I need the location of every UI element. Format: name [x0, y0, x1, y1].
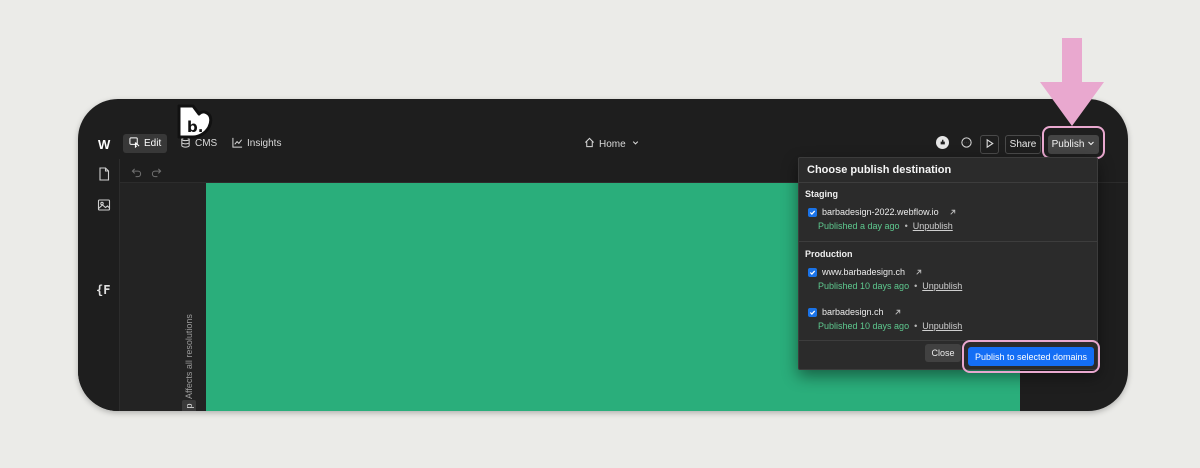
ai-assistant-button[interactable] — [933, 135, 951, 153]
status-row: Published 10 days ago • Unpublish — [818, 281, 962, 291]
share-button[interactable]: Share — [1005, 135, 1041, 154]
assets-image-icon[interactable] — [97, 198, 111, 212]
comment-icon — [960, 136, 973, 152]
edit-mode-label: Edit — [144, 138, 162, 149]
unpublish-link[interactable]: Unpublish — [913, 221, 953, 231]
separator-dot: • — [904, 221, 908, 231]
publish-button[interactable]: Publish — [1048, 135, 1099, 154]
play-icon — [983, 137, 996, 153]
status-row: Published a day ago • Unpublish — [818, 221, 953, 231]
breakpoint-tab[interactable]: p — [182, 400, 196, 411]
ai-assistant-icon — [935, 136, 949, 152]
external-link-icon[interactable] — [948, 208, 957, 217]
line-chart-icon — [232, 137, 243, 151]
checkbox-checked[interactable] — [808, 267, 817, 277]
insights-label: Insights — [247, 138, 282, 149]
unpublish-link[interactable]: Unpublish — [922, 321, 962, 331]
left-sidebar: {F — [78, 159, 120, 411]
domain-row-staging[interactable]: barbadesign-2022.webflow.io — [808, 206, 957, 218]
status-row: Published 10 days ago • Unpublish — [818, 321, 962, 331]
cursor-select-icon — [129, 136, 140, 151]
separator-dot: • — [914, 321, 918, 331]
comments-button[interactable] — [957, 135, 975, 153]
publish-status: Published 10 days ago — [818, 321, 910, 331]
checkbox-checked[interactable] — [808, 307, 817, 317]
domain-row-production-root[interactable]: barbadesign.ch — [808, 306, 902, 318]
unpublish-link[interactable]: Unpublish — [922, 281, 962, 291]
divider — [799, 241, 1097, 242]
external-link-icon[interactable] — [893, 308, 902, 317]
external-link-icon[interactable] — [914, 268, 923, 277]
webflow-logo-icon[interactable]: W — [98, 137, 114, 152]
staging-label: Staging — [805, 189, 838, 199]
separator-dot: • — [914, 281, 918, 291]
publish-to-selected-domains-button[interactable]: Publish to selected domains — [968, 347, 1094, 366]
redo-icon[interactable] — [151, 165, 162, 178]
resolution-note: Affects all resolutions — [184, 314, 194, 399]
home-icon — [584, 137, 595, 151]
publish-destination-menu: Choose publish destination Staging barba… — [798, 157, 1098, 370]
breakpoint-tab-label: p — [184, 403, 194, 409]
top-toolbar: W Edit CMS Insights Home Share — [78, 131, 1128, 159]
menu-title: Choose publish destination — [807, 164, 952, 176]
page-name: Home — [599, 138, 626, 150]
variables-icon[interactable]: {F — [96, 283, 110, 297]
chevron-down-icon — [1087, 139, 1095, 150]
domain-name: barbadesign.ch — [822, 307, 884, 317]
publish-status: Published 10 days ago — [818, 281, 910, 291]
edit-mode-button[interactable]: Edit — [123, 134, 168, 153]
divider — [799, 182, 1097, 183]
domain-name: barbadesign-2022.webflow.io — [822, 207, 939, 217]
publish-status: Published a day ago — [818, 221, 900, 231]
pages-icon[interactable] — [97, 167, 111, 181]
domain-name: www.barbadesign.ch — [822, 267, 906, 277]
domain-row-production-www[interactable]: www.barbadesign.ch — [808, 266, 923, 278]
chevron-down-icon — [630, 137, 641, 151]
close-button[interactable]: Close — [925, 344, 961, 362]
publish-label: Publish — [1051, 139, 1085, 150]
barba-logo-text: b. — [187, 118, 203, 136]
checkbox-checked[interactable] — [808, 207, 817, 217]
undo-icon[interactable] — [131, 165, 142, 178]
pointer-arrow-icon — [1038, 38, 1106, 128]
barba-logo: b. — [173, 102, 215, 140]
page-selector[interactable]: Home — [584, 137, 641, 151]
production-label: Production — [805, 249, 853, 259]
preview-button[interactable] — [980, 135, 999, 154]
insights-button[interactable]: Insights — [226, 134, 287, 153]
